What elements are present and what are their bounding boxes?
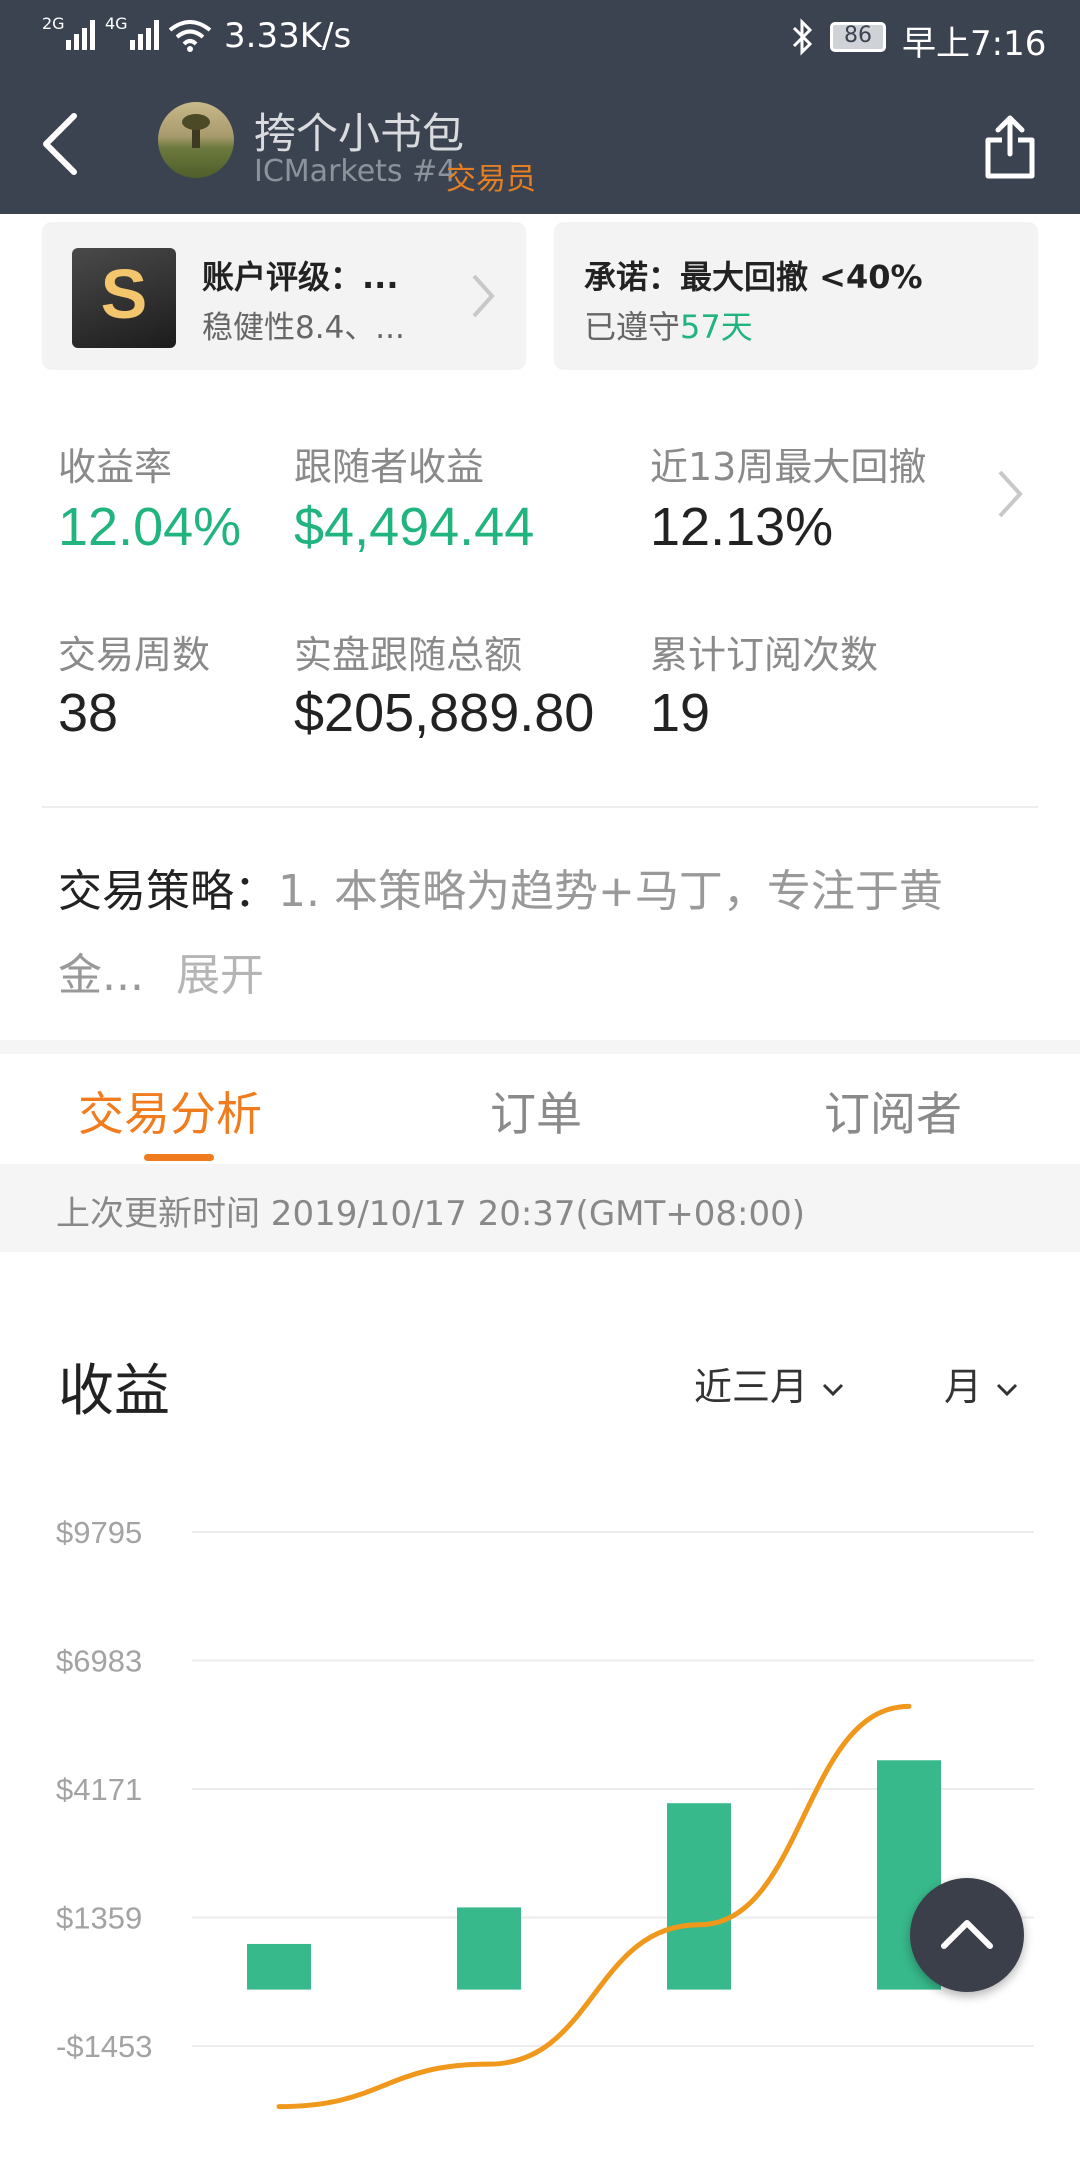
section-gap — [0, 1040, 1080, 1054]
chevron-down-icon — [823, 1383, 844, 1397]
follow-total-label: 实盘跟随总额 — [294, 633, 523, 677]
y-tick-label: $6983 — [56, 1644, 142, 1679]
return-rate-value: 12.04% — [58, 497, 242, 557]
chart-title: 收益 — [58, 1359, 170, 1424]
strategy-text-continued: 金... — [58, 950, 144, 1001]
max-drawdown-label: 近13周最大回撤 — [650, 445, 927, 489]
profit-chart: $9795 $6983 $4171 $1359 -$1453 — [0, 1480, 1080, 2160]
promise-days: 57天 — [680, 308, 753, 346]
bar — [457, 1907, 521, 1990]
expand-link[interactable]: 展开 — [176, 950, 264, 1001]
update-time-bar: 上次更新时间 2019/10/17 20:37(GMT+08:00) — [0, 1164, 1080, 1252]
range-dropdown[interactable]: 近三月 — [694, 1356, 845, 1409]
tab-subscribers[interactable]: 订阅者 — [824, 1078, 962, 1144]
share-icon[interactable] — [982, 114, 1038, 180]
follower-profit-label: 跟随者收益 — [294, 445, 485, 489]
status-bar: 2G 4G 3.33K/s 86 早上7:16 — [0, 0, 1080, 76]
promise-card[interactable]: 承诺：最大回撤 <40% 已遵守57天 — [554, 222, 1038, 370]
bar — [247, 1943, 311, 1990]
back-arrow-icon[interactable] — [40, 112, 80, 176]
y-tick-label: -$1453 — [56, 2029, 153, 2064]
max-drawdown-value: 12.13% — [650, 497, 834, 557]
y-tick-label: $4171 — [56, 1772, 142, 1807]
clock: 早上7:16 — [902, 24, 1047, 64]
battery-icon: 86 — [830, 22, 886, 52]
subscription-count-label: 累计订阅次数 — [650, 633, 879, 677]
range-select-label: 近三月 — [694, 1365, 809, 1409]
avatar[interactable] — [158, 102, 234, 178]
strategy-label: 交易策略： — [58, 866, 278, 917]
trading-weeks-value: 38 — [58, 683, 119, 743]
rating-title: 账户评级：... — [202, 258, 399, 296]
wifi-icon — [168, 20, 212, 52]
strategy-text: 1. 本策略为趋势+马丁，专注于黄 — [278, 866, 943, 917]
signal-icon — [66, 20, 95, 50]
chevron-right-icon-stats[interactable] — [996, 468, 1026, 520]
bar — [667, 1803, 731, 1990]
rating-subtitle: 稳健性8.4、... — [202, 310, 405, 346]
rating-badge: S — [72, 248, 176, 348]
rating-badge-letter: S — [100, 255, 148, 333]
bluetooth-icon — [792, 18, 813, 56]
follower-profit-value: $4,494.44 — [294, 497, 535, 557]
subscription-count-value: 19 — [650, 683, 711, 743]
promise-compliance: 已遵守57天 — [584, 302, 753, 348]
profile-header: 挎个小书包 ICMarkets #4 交易员 — [0, 76, 1080, 214]
y-tick-label: $1359 — [56, 1901, 142, 1936]
update-time: 上次更新时间 2019/10/17 20:37(GMT+08:00) — [56, 1194, 806, 1234]
return-rate-label: 收益率 — [58, 445, 173, 489]
period-dropdown[interactable]: 月 — [944, 1356, 1019, 1409]
network-speed: 3.33K/s — [224, 16, 352, 56]
trading-weeks-label: 交易周数 — [58, 633, 211, 677]
active-tab-indicator — [144, 1154, 214, 1161]
strategy-section[interactable]: 交易策略：1. 本策略为趋势+马丁，专注于黄 金... 展开 — [58, 850, 1038, 1018]
follow-total-value: $205,889.80 — [294, 683, 595, 743]
promise-prefix: 已遵守 — [584, 308, 681, 346]
period-select-label: 月 — [944, 1365, 983, 1409]
chevron-down-icon-2 — [997, 1383, 1018, 1397]
y-tick-label: $9795 — [56, 1515, 142, 1550]
chart-svg: $9795 $6983 $4171 $1359 -$1453 — [56, 1515, 1034, 2110]
chevron-up-icon — [941, 1920, 993, 1949]
battery-level: 86 — [844, 23, 872, 48]
role-badge: 交易员 — [446, 162, 536, 197]
promise-title: 承诺：最大回撤 <40% — [584, 258, 923, 296]
tab-trade-analysis[interactable]: 交易分析 — [78, 1078, 262, 1144]
tab-orders[interactable]: 订单 — [490, 1078, 582, 1144]
signal-icon-2 — [130, 20, 159, 50]
divider — [42, 806, 1038, 808]
scroll-to-top-button[interactable] — [910, 1878, 1024, 1992]
trader-name: 挎个小书包 — [254, 109, 465, 158]
account-rating-card[interactable]: S 账户评级：... 稳健性8.4、... — [42, 222, 526, 370]
broker-account: ICMarkets #4 — [254, 154, 457, 189]
chevron-right-icon — [472, 274, 495, 318]
